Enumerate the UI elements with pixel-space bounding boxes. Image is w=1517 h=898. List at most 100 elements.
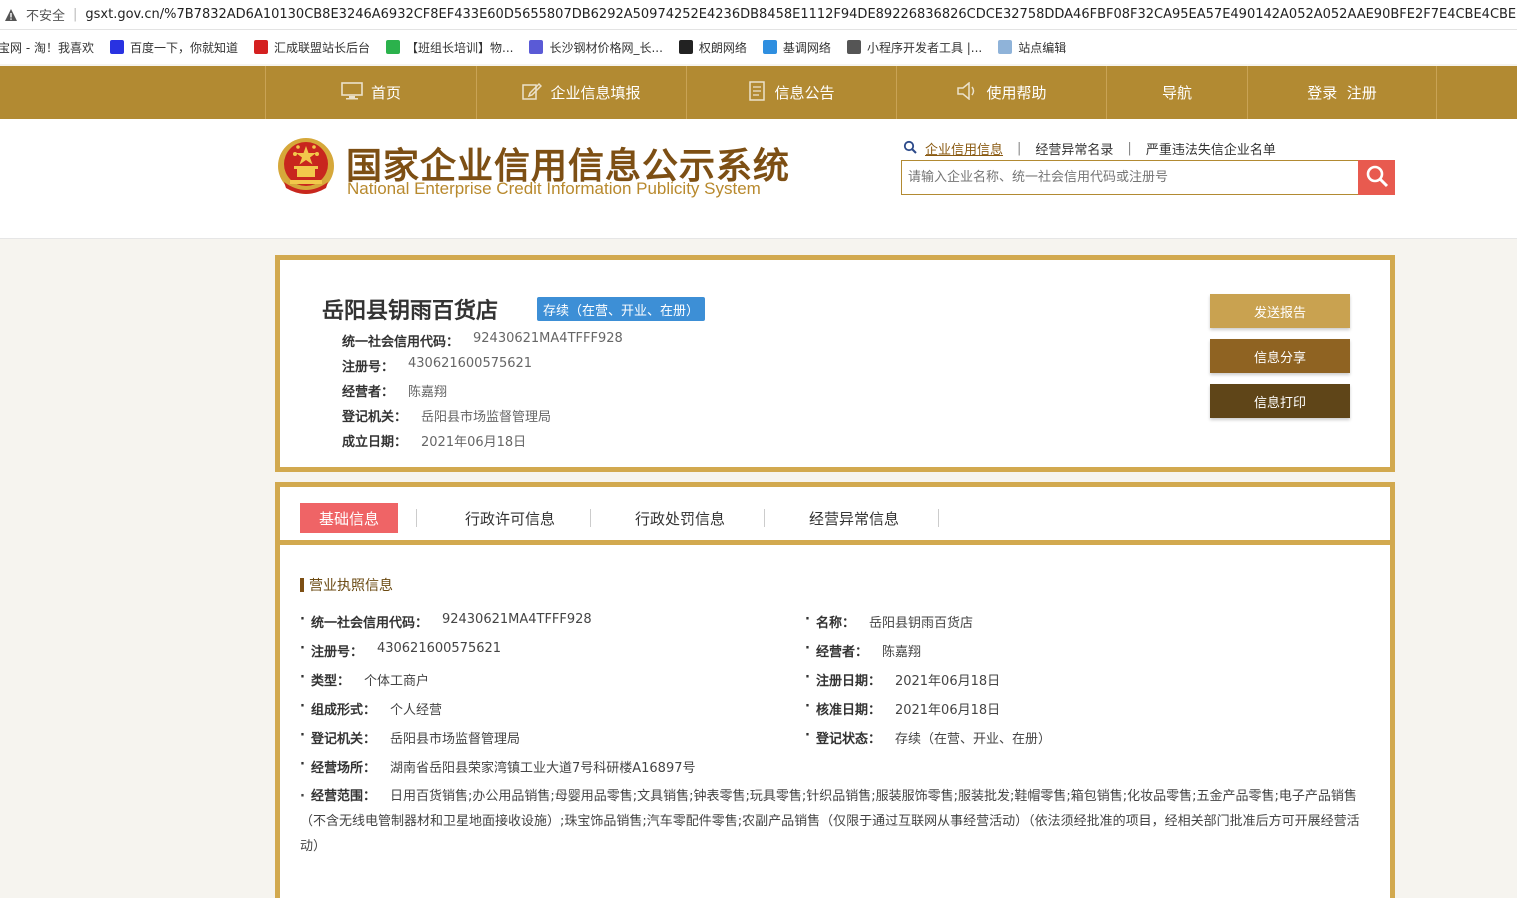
search-small-icon — [903, 140, 917, 158]
bookmark-item[interactable]: 【班组长培训】物... — [386, 39, 513, 56]
bullet: · — [805, 612, 810, 627]
warning-icon — [4, 8, 18, 22]
search-tab-credit-info[interactable]: 企业信用信息 — [925, 139, 1003, 158]
bullet: · — [300, 789, 305, 804]
send-report-button[interactable]: 发送报告 — [1210, 294, 1350, 328]
search-tab-blacklist[interactable]: 严重违法失信企业名单 — [1146, 139, 1276, 158]
field-value: 陈嘉翔 — [881, 645, 921, 660]
tab-divider — [416, 509, 417, 527]
address-bar[interactable]: 不安全 | gsxt.gov.cn/%7B7832AD6A10130CB8E32… — [0, 0, 1517, 30]
summary-field: 统一社会信用代码： 92430621MA4TFFF928 — [342, 331, 623, 350]
summary-field: 注册号： 430621600575621 — [342, 356, 532, 375]
edit-icon — [522, 82, 543, 104]
field-value: 2021年06月18日 — [894, 674, 1001, 689]
globe-icon — [846, 40, 861, 54]
tab-basic-info[interactable]: 基础信息 — [300, 503, 398, 533]
license-field: · 注册日期： 2021年06月18日 — [805, 670, 1000, 689]
bookmark-item[interactable]: 站点编辑 — [998, 39, 1066, 56]
nav-home[interactable]: 首页 — [265, 66, 476, 119]
search-tab-abnormal-list[interactable]: 经营异常名录 — [1035, 139, 1113, 158]
license-field: · 组成形式： 个人经营 — [300, 699, 442, 718]
bookmark-item[interactable]: 小程序开发者工具 |... — [846, 39, 983, 56]
url-text[interactable]: gsxt.gov.cn/%7B7832AD6A10130CB8E3246A693… — [85, 7, 1516, 22]
field-value: 个体工商户 — [363, 674, 429, 689]
nav-label: 首页 — [370, 84, 401, 102]
search-input[interactable] — [901, 160, 1359, 195]
tab-divider — [764, 509, 765, 527]
bookmark-label: 百度一下，你就知道 — [129, 40, 238, 55]
license-field: · 登记状态： 存续（在营、开业、在册） — [805, 728, 1051, 747]
nav-navigation[interactable]: 导航 — [1106, 66, 1247, 119]
field-label: 经营者： — [815, 645, 868, 660]
field-value: 个人经营 — [389, 703, 442, 718]
license-field: · 统一社会信用代码： 92430621MA4TFFF928 — [300, 612, 592, 631]
bullet: · — [300, 728, 305, 743]
nav-announcements[interactable]: 信息公告 — [686, 66, 896, 119]
field-value: 日用百货销售;办公用品销售;母婴用品零售;文具销售;钟表零售;玩具零售;针织品销… — [300, 789, 1360, 854]
print-info-button[interactable]: 信息打印 — [1210, 384, 1350, 418]
license-field: · 名称： 岳阳县钥雨百货店 — [805, 612, 973, 631]
license-field: · 核准日期： 2021年06月18日 — [805, 699, 1000, 718]
red-square-icon — [253, 40, 268, 54]
tab-admin-penalty[interactable]: 行政处罚信息 — [600, 503, 760, 533]
bullet: · — [300, 670, 305, 685]
bookmark-label: 宝网 - 淘！我喜欢 — [0, 40, 94, 55]
site-header: 国家企业信用信息公示系统 National Enterprise Credit … — [0, 119, 1517, 239]
field-value: 存续（在营、开业、在册） — [894, 732, 1051, 747]
nav-enterprise-report[interactable]: 企业信息填报 — [476, 66, 686, 119]
summary-field: 成立日期： 2021年06月18日 — [342, 431, 526, 450]
tab-admin-license[interactable]: 行政许可信息 — [430, 503, 590, 533]
bookmark-item[interactable]: 宝网 - 淘！我喜欢 — [0, 39, 94, 56]
share-info-button[interactable]: 信息分享 — [1210, 339, 1350, 373]
field-value: 岳阳县钥雨百货店 — [868, 616, 973, 631]
field-label: 登记机关： — [342, 410, 408, 425]
bullet: · — [300, 612, 305, 627]
license-field: · 经营者： 陈嘉翔 — [805, 641, 921, 660]
field-value: 岳阳县市场监督管理局 — [421, 410, 552, 425]
field-value: 2021年06月18日 — [421, 435, 527, 450]
bookmark-item[interactable]: 汇成联盟站长后台 — [253, 39, 370, 56]
bookmark-item[interactable]: 长沙钢材价格网_长... — [529, 39, 663, 56]
field-label: 名称： — [815, 616, 855, 631]
url-separator: | — [73, 7, 78, 22]
summary-field: 登记机关： 岳阳县市场监督管理局 — [342, 406, 551, 425]
search-tabs: 企业信用信息 | 经营异常名录 | 严重违法失信企业名单 — [903, 139, 1290, 158]
status-badge: 存续（在营、开业、在册） — [537, 297, 706, 321]
site-icon — [529, 40, 544, 54]
nav-label: 使用帮助 — [986, 84, 1047, 102]
bookmark-item[interactable]: 基调网络 — [762, 39, 831, 56]
search-icon — [1365, 164, 1389, 192]
field-value: 92430621MA4TFFF928 — [473, 331, 623, 346]
cloud-icon — [762, 40, 777, 54]
tab-abnormal-operation[interactable]: 经营异常信息 — [774, 503, 934, 533]
license-field: · 经营场所： 湖南省岳阳县荣家湾镇工业大道7号科研楼A16897号 — [300, 757, 696, 776]
bookmark-item[interactable]: 百度一下，你就知道 — [109, 39, 238, 56]
bookmark-label: 权朗网络 — [698, 40, 747, 55]
field-label: 注册号： — [342, 360, 395, 375]
bookmark-label: 小程序开发者工具 |... — [866, 40, 983, 55]
bookmark-label: 汇成联盟站长后台 — [273, 40, 370, 55]
bookmark-label: 【班组长培训】物... — [406, 40, 514, 55]
field-value: 岳阳县市场监督管理局 — [389, 732, 520, 747]
field-label: 统一社会信用代码： — [342, 335, 460, 350]
field-value: 92430621MA4TFFF928 — [441, 612, 592, 627]
field-value: 陈嘉翔 — [408, 385, 448, 400]
tab-divider — [590, 509, 591, 527]
bullet: · — [300, 641, 305, 656]
field-value: 2021年06月18日 — [894, 703, 1001, 718]
field-label: 登记机关： — [310, 732, 376, 747]
business-scope: · 经营范围： 日用百货销售;办公用品销售;母婴用品零售;文具销售;钟表零售;玩具零… — [300, 784, 1360, 859]
nav-help[interactable]: 使用帮助 — [896, 66, 1106, 119]
field-label: 组成形式： — [310, 703, 376, 718]
search-button[interactable] — [1358, 160, 1395, 195]
nav-login-register[interactable]: 登录 注册 — [1247, 66, 1437, 119]
field-value: 430621600575621 — [376, 641, 502, 656]
speaker-icon — [956, 80, 978, 104]
bookmark-label: 长沙钢材价格网_长... — [549, 40, 663, 55]
bookmark-item[interactable]: 权朗网络 — [678, 39, 747, 56]
bullet: · — [805, 641, 810, 656]
bullet: · — [300, 757, 305, 772]
baidu-paw-icon — [109, 40, 124, 54]
field-label: 注册号： — [310, 645, 363, 660]
nav-label: 信息公告 — [774, 84, 835, 102]
